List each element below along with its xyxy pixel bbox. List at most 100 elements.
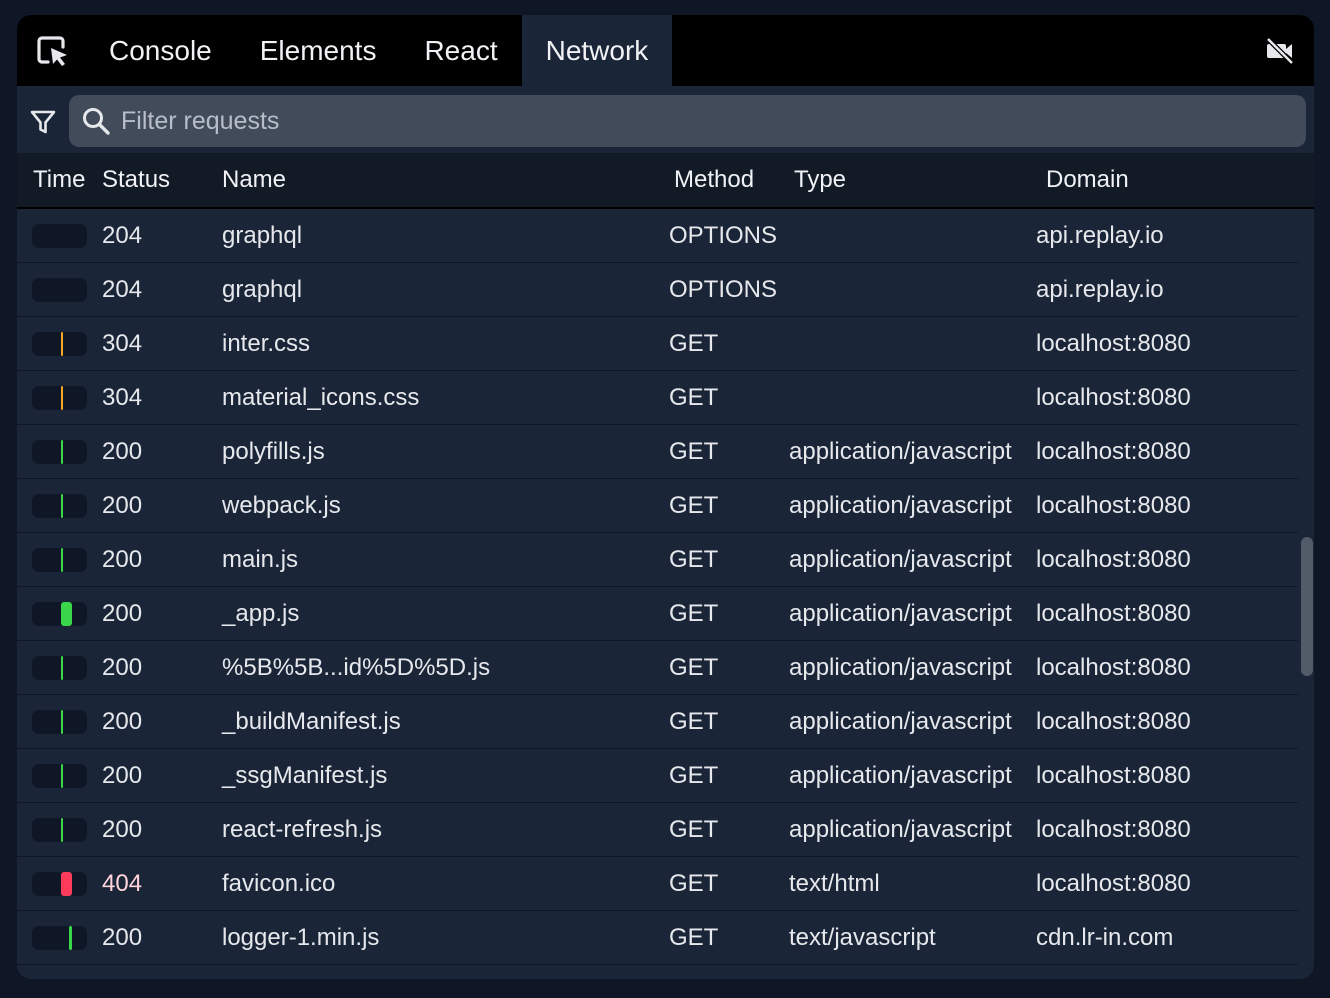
type-cell: application/javascript xyxy=(789,438,1012,465)
request-row[interactable]: 404 favicon.ico GET text/html localhost:8080 xyxy=(17,857,1298,911)
domain-cell: localhost:8080 xyxy=(1036,708,1191,735)
domain-cell: localhost:8080 xyxy=(1036,870,1191,897)
name-cell: main.js xyxy=(222,546,299,573)
column-header-method[interactable]: Method xyxy=(674,153,754,207)
timing-bar xyxy=(32,656,87,680)
request-row[interactable]: 304 material_icons.css GET localhost:8080 xyxy=(17,371,1298,425)
domain-cell: cdn.lr-in.com xyxy=(1036,924,1174,951)
domain-cell: localhost:8080 xyxy=(1036,654,1191,681)
timing-cell xyxy=(17,209,97,262)
request-row[interactable]: 304 inter.css GET localhost:8080 xyxy=(17,317,1298,371)
method-cell: GET xyxy=(669,438,719,465)
status-cell: 200 xyxy=(102,654,143,681)
toggle-video-button[interactable] xyxy=(1246,15,1314,86)
domain-cell: api.replay.io xyxy=(1036,222,1164,249)
request-row[interactable]: 200 react-refresh.js GET application/javasc… xyxy=(17,803,1298,857)
timing-cell xyxy=(17,695,97,748)
status-cell: 200 xyxy=(102,816,143,843)
request-row[interactable]: 200 main.js GET application/javascript local… xyxy=(17,533,1298,587)
name-cell: polyfills.js xyxy=(222,438,325,465)
element-picker-button[interactable] xyxy=(17,15,85,86)
funnel-icon[interactable] xyxy=(29,108,57,136)
timing-segment xyxy=(61,656,63,680)
filter-requests-input[interactable] xyxy=(121,95,1291,147)
request-row[interactable]: 200 logger-1.min.js GET text/javascript cdn.… xyxy=(17,911,1298,965)
request-row[interactable]: 200 _app.js GET application/javascript local… xyxy=(17,587,1298,641)
video-off-icon xyxy=(1266,36,1294,65)
timing-segment xyxy=(61,548,63,572)
request-row[interactable]: 200 polyfills.js GET application/javascript… xyxy=(17,425,1298,479)
status-cell: 200 xyxy=(102,924,143,951)
timing-cell xyxy=(17,479,97,532)
request-row[interactable]: 200 webpack.js GET application/javascript lo… xyxy=(17,479,1298,533)
timing-bar xyxy=(32,224,87,248)
tab-console[interactable]: Console xyxy=(85,15,236,86)
domain-cell: localhost:8080 xyxy=(1036,438,1191,465)
method-cell: GET xyxy=(669,816,719,843)
timing-cell xyxy=(17,533,97,586)
search-box xyxy=(69,95,1306,147)
tab-elements[interactable]: Elements xyxy=(236,15,401,86)
timing-segment xyxy=(61,494,63,518)
scrollbar-thumb[interactable] xyxy=(1301,537,1313,676)
devtools-panel: ConsoleElementsReactNetwork Time Status … xyxy=(17,15,1314,979)
timing-cell xyxy=(17,749,97,802)
status-cell: 200 xyxy=(102,492,143,519)
request-row[interactable]: 200 _buildManifest.js GET application/javas… xyxy=(17,695,1298,749)
column-header-type[interactable]: Type xyxy=(794,153,846,207)
type-cell: application/javascript xyxy=(789,816,1012,843)
request-row[interactable]: 200 _ssgManifest.js GET application/javascr… xyxy=(17,749,1298,803)
method-cell: GET xyxy=(669,708,719,735)
timing-bar xyxy=(32,278,87,302)
column-header-status[interactable]: Status xyxy=(102,153,170,207)
timing-bar xyxy=(32,926,87,950)
name-cell: %5B%5B...id%5D%5D.js xyxy=(222,654,491,681)
domain-cell: localhost:8080 xyxy=(1036,600,1191,627)
domain-cell: localhost:8080 xyxy=(1036,762,1191,789)
timing-bar xyxy=(32,602,87,626)
timing-cell xyxy=(17,263,97,316)
type-cell: application/javascript xyxy=(789,492,1012,519)
status-cell: 204 xyxy=(102,276,143,303)
domain-cell: api.replay.io xyxy=(1036,276,1164,303)
status-cell: 200 xyxy=(102,546,143,573)
request-row[interactable]: 204 graphql OPTIONS api.replay.io xyxy=(17,263,1298,317)
domain-cell: localhost:8080 xyxy=(1036,384,1191,411)
column-header-name[interactable]: Name xyxy=(222,153,286,207)
table-header: Time Status Name Method Type Domain xyxy=(17,153,1314,209)
timing-cell xyxy=(17,803,97,856)
type-cell: application/javascript xyxy=(789,546,1012,573)
request-row[interactable]: 204 graphql OPTIONS api.replay.io xyxy=(17,209,1298,263)
column-header-domain[interactable]: Domain xyxy=(1046,153,1129,207)
method-cell: GET xyxy=(669,762,719,789)
name-cell: material_icons.css xyxy=(222,384,420,411)
status-cell: 200 xyxy=(102,708,143,735)
timing-segment xyxy=(69,926,72,950)
request-list: 204 graphql OPTIONS api.replay.io 204 graphql… xyxy=(17,209,1298,979)
status-cell: 204 xyxy=(102,222,143,249)
name-cell: graphql xyxy=(222,276,303,303)
column-header-time[interactable]: Time xyxy=(33,153,85,207)
scrollbar[interactable] xyxy=(1298,209,1314,979)
status-cell: 304 xyxy=(102,384,143,411)
timing-segment xyxy=(61,710,63,734)
tab-react[interactable]: React xyxy=(400,15,521,86)
timing-segment xyxy=(61,764,63,788)
timing-bar xyxy=(32,710,87,734)
name-cell: favicon.ico xyxy=(222,870,336,897)
status-cell: 200 xyxy=(102,438,143,465)
method-cell: OPTIONS xyxy=(669,222,778,249)
timing-segment xyxy=(61,386,63,410)
timing-bar xyxy=(32,872,87,896)
status-cell: 200 xyxy=(102,600,143,627)
type-cell: application/javascript xyxy=(789,600,1012,627)
type-cell: text/javascript xyxy=(789,924,936,951)
name-cell: inter.css xyxy=(222,330,311,357)
timing-bar xyxy=(32,818,87,842)
request-row[interactable]: 200 %5B%5B...id%5D%5D.js GET application/ja… xyxy=(17,641,1298,695)
tab-network[interactable]: Network xyxy=(521,15,673,86)
method-cell: GET xyxy=(669,330,719,357)
method-cell: GET xyxy=(669,492,719,519)
timing-cell xyxy=(17,857,97,910)
timing-bar xyxy=(32,548,87,572)
